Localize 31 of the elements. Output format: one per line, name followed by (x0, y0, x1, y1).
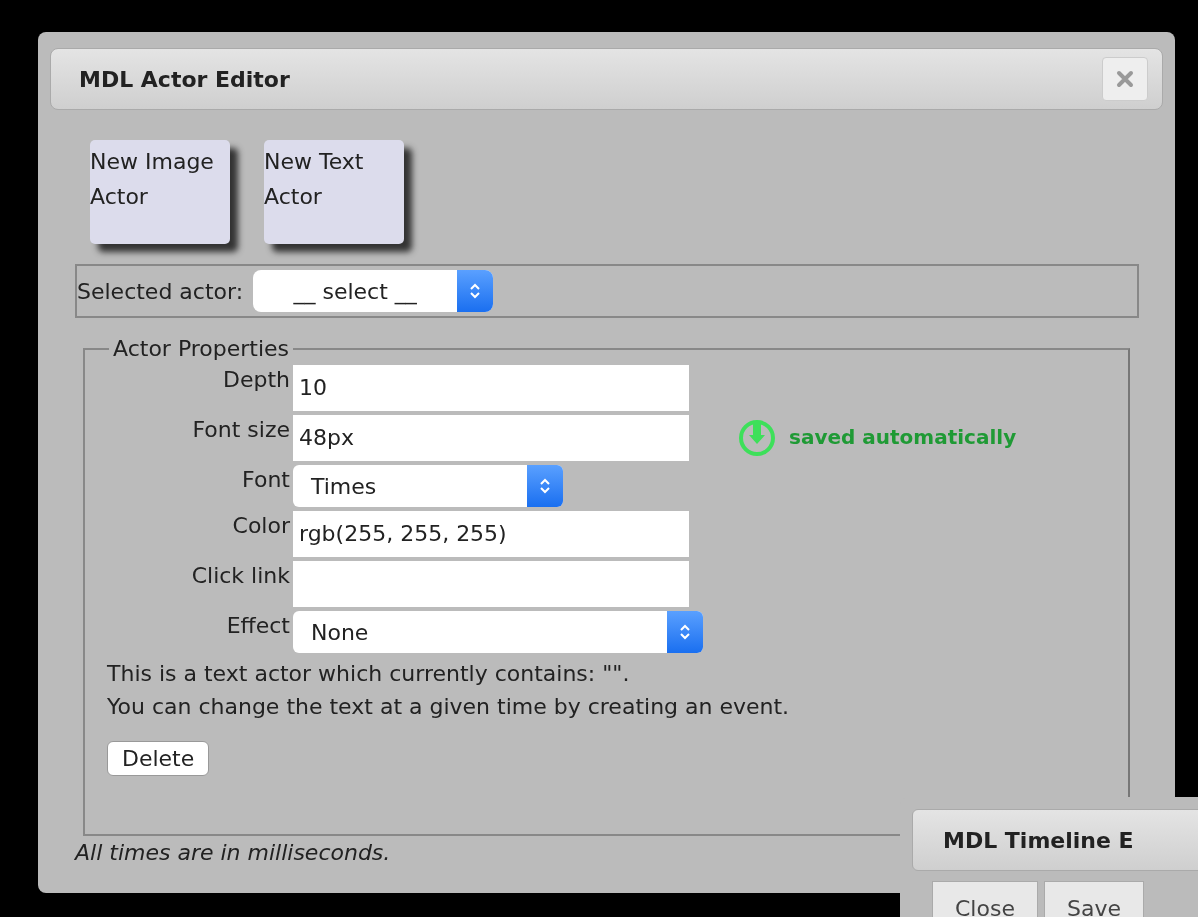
field-label: Effect (225, 612, 290, 638)
input-field[interactable]: 10 (293, 365, 689, 411)
delete-button[interactable]: Delete (107, 741, 210, 776)
field-label: Font size (191, 416, 290, 442)
input-field[interactable] (293, 561, 689, 607)
input-field[interactable]: rgb(255, 255, 255) (293, 511, 689, 557)
save-status: saved automatically (789, 425, 1017, 449)
dialog-title: MDL Timeline E (943, 827, 1134, 853)
close-icon (1115, 69, 1135, 89)
dialog-title: MDL Actor Editor (79, 66, 290, 92)
actor-select[interactable]: __ select __ (253, 270, 494, 312)
field-label: Color (231, 512, 290, 538)
description-text: You can change the text at a given time by creating an event. (107, 693, 791, 721)
save-download-icon (737, 417, 777, 457)
field-label: Depth (222, 366, 290, 392)
toolbar-button[interactable]: Close (932, 881, 1038, 917)
selected-actor-label: Selected actor: (77, 278, 244, 304)
close-button[interactable] (1102, 57, 1148, 101)
dropdown[interactable]: Times (293, 465, 563, 507)
input-field[interactable]: 48px (293, 415, 689, 461)
chevron-icon (667, 611, 703, 653)
new-actor-button[interactable]: New Image Actor (90, 140, 230, 244)
chevron-icon (527, 465, 563, 507)
field-label: Click link (190, 562, 290, 588)
field-label: Font (241, 466, 290, 492)
group-legend: Actor Properties (109, 336, 294, 361)
new-actor-button[interactable]: New Text Actor (264, 140, 404, 244)
toolbar-button[interactable]: Save (1043, 881, 1144, 917)
dropdown[interactable]: None (293, 611, 703, 653)
chevron-icon (457, 270, 494, 312)
description-text: This is a text actor which currently contains: "". (107, 660, 631, 688)
